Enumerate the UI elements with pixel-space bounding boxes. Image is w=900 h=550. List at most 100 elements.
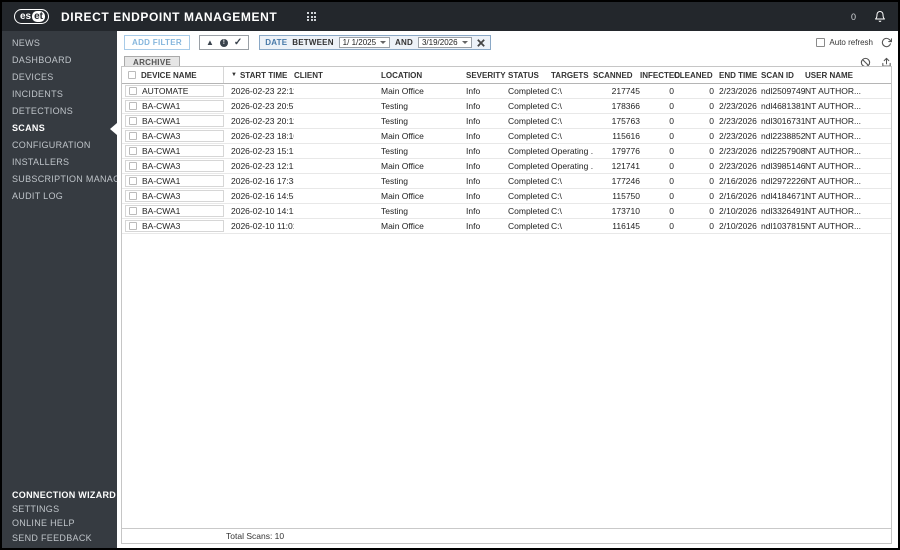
col-header-end-time[interactable]: END TIME bbox=[714, 71, 761, 80]
col-header-client[interactable]: CLIENT bbox=[294, 71, 381, 80]
table-row[interactable]: BA-CWA3 2026-02-16 14:55:53 Main Office … bbox=[122, 189, 891, 204]
col-header-device-name[interactable]: DEVICE NAME bbox=[141, 71, 197, 80]
row-checkbox[interactable] bbox=[129, 222, 137, 230]
cell-user-name: NT AUTHOR... bbox=[805, 146, 862, 156]
refresh-icon[interactable] bbox=[881, 37, 892, 48]
cell-scanned: 116145 bbox=[612, 221, 640, 231]
cell-scan-id: ndl3985146... bbox=[761, 161, 805, 171]
sidebar-item-subscription-management[interactable]: SUBSCRIPTION MANAGEMENT bbox=[2, 171, 153, 188]
sidebar-item-incidents[interactable]: INCIDENTS bbox=[2, 86, 117, 103]
cell-severity: Info bbox=[466, 101, 481, 111]
cell-location: Testing bbox=[381, 176, 408, 186]
col-header-scanned[interactable]: SCANNED bbox=[593, 71, 640, 80]
sidebar-nav: NEWS DASHBOARD DEVICES INCIDENTS DETECTI… bbox=[2, 31, 153, 205]
sidebar-item-send-feedback[interactable]: SEND FEEDBACK bbox=[2, 531, 117, 545]
cell-cleaned: 0 bbox=[709, 131, 714, 141]
cell-location: Main Office bbox=[381, 221, 424, 231]
cell-end-time: 2/10/2026 bbox=[719, 206, 757, 216]
eset-logo: es et bbox=[14, 9, 50, 24]
cell-scan-id: ndl4681381... bbox=[761, 101, 805, 111]
sidebar-item-dashboard[interactable]: DASHBOARD bbox=[2, 52, 117, 69]
col-header-location[interactable]: LOCATION bbox=[381, 71, 466, 80]
date-from-value: 1/ 1/2025 bbox=[342, 38, 377, 47]
cell-device-name: BA-CWA3 bbox=[142, 191, 181, 201]
cell-device-name: BA-CWA1 bbox=[142, 176, 181, 186]
col-header-status[interactable]: STATUS bbox=[508, 71, 551, 80]
total-scans-label: Total Scans: 10 bbox=[226, 531, 285, 541]
app-grid-icon[interactable] bbox=[307, 12, 317, 21]
auto-refresh-checkbox[interactable] bbox=[816, 38, 826, 47]
cell-start-time: 2026-02-23 15:12:39 bbox=[231, 146, 294, 156]
table-row[interactable]: BA-CWA3 2026-02-23 12:12:54 Main Office … bbox=[122, 159, 891, 174]
row-checkbox[interactable] bbox=[129, 192, 137, 200]
cell-user-name: NT AUTHOR... bbox=[805, 101, 862, 111]
col-header-start-time[interactable]: START TIME bbox=[240, 71, 287, 80]
cell-location: Main Office bbox=[381, 161, 424, 171]
cell-targets: C:\ bbox=[551, 131, 562, 141]
remove-date-filter-icon[interactable] bbox=[476, 38, 485, 47]
date-from-select[interactable]: 1/ 1/2025 bbox=[338, 37, 391, 48]
cell-severity: Info bbox=[466, 146, 481, 156]
cell-location: Testing bbox=[381, 146, 408, 156]
add-filter-button[interactable]: ADD FILTER bbox=[124, 35, 190, 50]
date-to-select[interactable]: 3/19/2026 bbox=[417, 37, 472, 48]
col-header-user-name[interactable]: USER NAME bbox=[805, 71, 891, 80]
row-checkbox[interactable] bbox=[129, 102, 137, 110]
table-row[interactable]: BA-CWA1 2026-02-23 15:12:39 Testing Info… bbox=[122, 144, 891, 159]
table-row[interactable]: BA-CWA1 2026-02-10 14:12:59 Testing Info… bbox=[122, 204, 891, 219]
table-row[interactable]: BA-CWA3 2026-02-10 11:01:02 Main Office … bbox=[122, 219, 891, 234]
row-checkbox[interactable] bbox=[129, 162, 137, 170]
cell-cleaned: 0 bbox=[709, 101, 714, 111]
row-checkbox[interactable] bbox=[129, 87, 137, 95]
cell-targets: C:\ bbox=[551, 86, 562, 96]
row-checkbox[interactable] bbox=[129, 177, 137, 185]
select-all-checkbox[interactable] bbox=[128, 71, 136, 79]
auto-refresh-toggle[interactable]: Auto refresh bbox=[816, 38, 873, 47]
cell-status: Completed bbox=[508, 206, 550, 216]
ok-check-icon[interactable]: ✓ bbox=[234, 37, 242, 48]
row-checkbox[interactable] bbox=[129, 117, 137, 125]
row-checkbox[interactable] bbox=[129, 132, 137, 140]
sidebar-item-audit-log[interactable]: AUDIT LOG bbox=[2, 188, 117, 205]
table-row[interactable]: BA-CWA1 2026-02-23 20:57:04 Testing Info… bbox=[122, 99, 891, 114]
sidebar-item-devices[interactable]: DEVICES bbox=[2, 69, 117, 86]
table-row[interactable]: BA-CWA3 2026-02-23 18:10:43 Main Office … bbox=[122, 129, 891, 144]
bell-icon[interactable] bbox=[874, 10, 886, 23]
table-row[interactable]: AUTOMATE 2026-02-23 22:11:24 Main Office… bbox=[122, 84, 891, 99]
sidebar-item-settings[interactable]: SETTINGS bbox=[2, 502, 117, 516]
row-checkbox[interactable] bbox=[129, 207, 137, 215]
cell-status: Completed bbox=[508, 116, 550, 126]
cell-cleaned: 0 bbox=[709, 191, 714, 201]
cell-status: Completed bbox=[508, 221, 550, 231]
cell-infected: 0 bbox=[669, 131, 674, 141]
col-header-targets[interactable]: TARGETS bbox=[551, 71, 593, 80]
cell-targets: C:\ bbox=[551, 191, 562, 201]
col-header-cleaned[interactable]: CLEANED bbox=[674, 71, 714, 80]
sidebar-item-news[interactable]: NEWS bbox=[2, 35, 117, 52]
cell-scanned: 179776 bbox=[611, 146, 640, 156]
sidebar-item-online-help[interactable]: ONLINE HELP bbox=[2, 516, 117, 530]
cell-end-time: 2/23/2026 bbox=[719, 86, 757, 96]
cell-location: Testing bbox=[381, 206, 408, 216]
severity-filter-group[interactable]: ▲ ! ✓ bbox=[198, 35, 250, 50]
cell-location: Main Office bbox=[381, 191, 424, 201]
sidebar-item-configuration[interactable]: CONFIGURATION bbox=[2, 137, 117, 154]
warning-triangle-icon[interactable]: ▲ bbox=[206, 38, 214, 47]
table-body: AUTOMATE 2026-02-23 22:11:24 Main Office… bbox=[122, 84, 891, 528]
sidebar-item-detections[interactable]: DETECTIONS bbox=[2, 103, 117, 120]
table-row[interactable]: BA-CWA1 2026-02-16 17:38:06 Testing Info… bbox=[122, 174, 891, 189]
sidebar-item-connection-wizard[interactable]: CONNECTION WIZARD *NEW* bbox=[2, 488, 148, 502]
cell-infected: 0 bbox=[669, 116, 674, 126]
col-header-infected[interactable]: INFECTED bbox=[640, 71, 680, 80]
table-row[interactable]: BA-CWA1 2026-02-23 20:11:09 Testing Info… bbox=[122, 114, 891, 129]
cell-cleaned: 0 bbox=[709, 161, 714, 171]
row-checkbox[interactable] bbox=[129, 147, 137, 155]
col-header-scan-id[interactable]: SCAN ID bbox=[761, 71, 805, 80]
cell-cleaned: 0 bbox=[709, 116, 714, 126]
sidebar-item-installers[interactable]: INSTALLERS bbox=[2, 154, 117, 171]
cell-status: Completed bbox=[508, 191, 550, 201]
error-circle-icon[interactable]: ! bbox=[219, 38, 228, 47]
cell-device-name: BA-CWA1 bbox=[142, 116, 181, 126]
sidebar-item-scans[interactable]: SCANS bbox=[2, 120, 117, 137]
col-header-severity[interactable]: SEVERITY bbox=[466, 71, 508, 80]
